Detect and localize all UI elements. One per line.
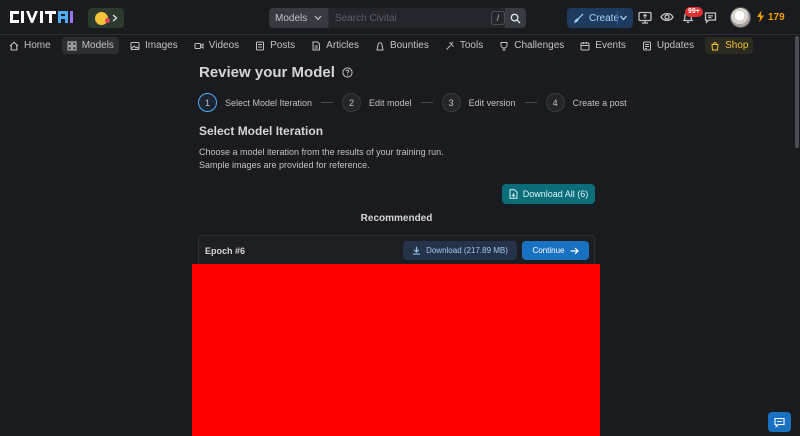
nav-item-label: Updates bbox=[656, 40, 695, 51]
nav-item-label: Home bbox=[24, 40, 51, 51]
epoch-label: Epoch #6 bbox=[205, 246, 246, 256]
step-edit-version[interactable]: 3 Edit version bbox=[441, 93, 516, 112]
step-number: 2 bbox=[342, 93, 362, 112]
lightning-icon bbox=[757, 10, 764, 23]
nav-item-label: Posts bbox=[270, 40, 296, 51]
emoji-icon bbox=[94, 11, 110, 25]
user-avatar[interactable] bbox=[730, 7, 751, 28]
search-icon bbox=[510, 13, 521, 24]
images-icon bbox=[130, 41, 140, 50]
arrow-right-icon bbox=[570, 247, 579, 254]
step-number: 3 bbox=[441, 93, 461, 112]
nav-item-posts[interactable]: Posts bbox=[250, 37, 300, 54]
continue-button[interactable]: Continue bbox=[522, 241, 589, 260]
nav-item-label: Challenges bbox=[514, 40, 565, 51]
nav-item-shop[interactable]: Shop bbox=[705, 37, 754, 54]
nav-item-articles[interactable]: Articles bbox=[306, 37, 364, 54]
recommended-heading: Recommended bbox=[360, 213, 433, 224]
main-nav: Home Models Images Videos Posts Articles… bbox=[0, 35, 800, 56]
nav-item-label: Models bbox=[81, 40, 114, 51]
nav-item-label: Tools bbox=[459, 40, 484, 51]
shop-icon bbox=[711, 41, 719, 50]
search-scope-label: Models bbox=[275, 12, 308, 24]
nav-item-label: Images bbox=[144, 40, 178, 51]
section-description: Choose a model iteration from the result… bbox=[199, 147, 444, 170]
support-chat-button[interactable] bbox=[768, 412, 791, 432]
step-edit-model[interactable]: 2 Edit model bbox=[342, 93, 412, 112]
chat-icon[interactable] bbox=[702, 9, 718, 25]
section-title: Select Model Iteration bbox=[199, 124, 324, 138]
step-label: Edit model bbox=[369, 97, 412, 108]
upload-icon[interactable] bbox=[637, 9, 653, 25]
sample-image-preview[interactable] bbox=[192, 264, 600, 436]
step-create-post[interactable]: 4 Create a post bbox=[545, 93, 627, 112]
page-title: Review your Model bbox=[199, 64, 353, 81]
download-epoch-button[interactable]: Download (217.89 MB) bbox=[403, 241, 517, 260]
step-number: 4 bbox=[545, 93, 565, 112]
chevron-down-icon bbox=[314, 15, 322, 21]
nav-item-home[interactable]: Home bbox=[4, 37, 56, 54]
stepper: 1 Select Model Iteration 2 Edit model 3 … bbox=[198, 93, 627, 112]
articles-icon bbox=[312, 41, 321, 50]
create-label: Create bbox=[589, 12, 620, 24]
nav-item-images[interactable]: Images bbox=[125, 37, 183, 54]
brush-icon bbox=[574, 13, 584, 23]
download-icon bbox=[413, 246, 421, 255]
videos-icon bbox=[194, 42, 204, 49]
epoch-card: Epoch #6 Download (217.89 MB) Continue bbox=[198, 235, 595, 264]
challenges-icon bbox=[500, 41, 508, 50]
chevron-down-icon[interactable] bbox=[619, 12, 628, 24]
step-label: Edit version bbox=[468, 97, 516, 108]
nav-item-label: Shop bbox=[725, 40, 749, 51]
step-label: Create a post bbox=[572, 97, 627, 108]
eye-icon[interactable] bbox=[659, 9, 675, 25]
nav-item-models[interactable]: Models bbox=[61, 37, 119, 54]
main-content: Review your Model 1 Select Model Iterati… bbox=[0, 56, 800, 436]
search-bar: Models / bbox=[269, 8, 526, 28]
search-button[interactable] bbox=[505, 8, 526, 28]
home-icon bbox=[9, 40, 19, 51]
updates-icon bbox=[642, 41, 651, 50]
help-icon[interactable] bbox=[342, 67, 353, 78]
step-number: 1 bbox=[198, 93, 217, 112]
step-select-iteration[interactable]: 1 Select Model Iteration bbox=[198, 93, 312, 112]
download-all-button[interactable]: Download All (6) bbox=[502, 184, 595, 204]
file-download-icon bbox=[509, 189, 518, 199]
models-icon bbox=[67, 41, 77, 50]
create-button[interactable]: Create bbox=[567, 8, 633, 28]
bounties-icon bbox=[376, 41, 384, 50]
nav-item-label: Articles bbox=[326, 40, 359, 51]
search-input[interactable] bbox=[329, 8, 505, 28]
nav-item-challenges[interactable]: Challenges bbox=[494, 37, 569, 54]
step-label: Select Model Iteration bbox=[225, 97, 313, 108]
buzz-amount[interactable]: 179 bbox=[768, 12, 785, 23]
nav-item-label: Bounties bbox=[389, 40, 429, 51]
nav-item-tools[interactable]: Tools bbox=[440, 37, 488, 54]
emoji-menu-button[interactable] bbox=[88, 8, 124, 28]
nav-item-bounties[interactable]: Bounties bbox=[370, 37, 434, 54]
nav-item-label: Events bbox=[595, 40, 626, 51]
search-scope-select[interactable]: Models bbox=[269, 8, 329, 28]
page-scrollbar[interactable] bbox=[795, 36, 799, 148]
posts-icon bbox=[256, 41, 265, 50]
search-shortcut-key: / bbox=[491, 11, 505, 25]
tools-icon bbox=[446, 41, 454, 50]
chat-icon bbox=[774, 417, 785, 428]
nav-item-updates[interactable]: Updates bbox=[637, 37, 699, 54]
civitai-logo[interactable] bbox=[8, 9, 82, 25]
notification-badge: 99+ bbox=[685, 7, 703, 17]
nav-item-events[interactable]: Events bbox=[575, 37, 631, 54]
chevron-right-icon bbox=[112, 14, 117, 22]
nav-item-label: Videos bbox=[208, 40, 240, 51]
events-icon bbox=[580, 41, 590, 50]
nav-item-videos[interactable]: Videos bbox=[189, 37, 244, 54]
top-header: Models / Create 99+ 179 bbox=[0, 0, 800, 35]
